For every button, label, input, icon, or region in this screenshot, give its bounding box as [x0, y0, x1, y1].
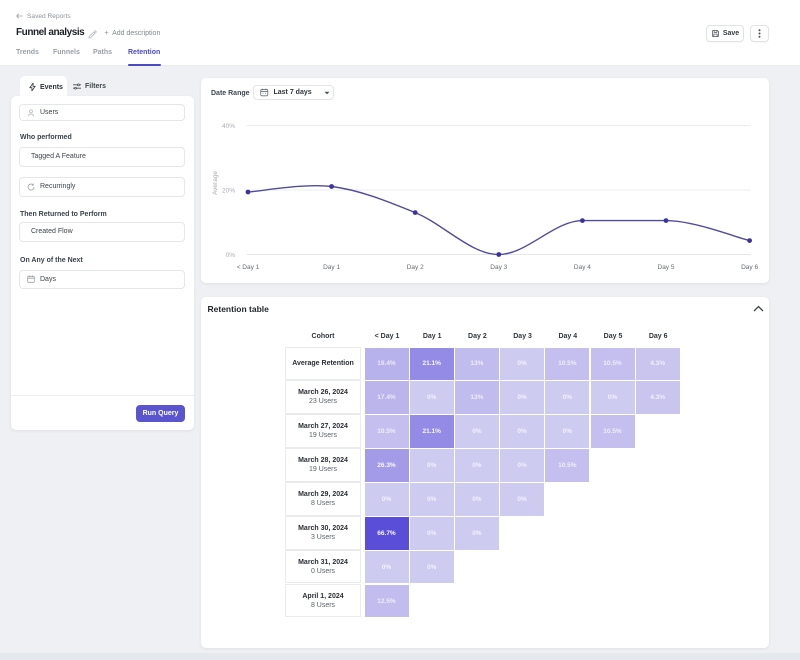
svg-text:< Day 1: < Day 1: [237, 264, 260, 271]
svg-text:0%: 0%: [226, 252, 236, 259]
svg-text:Day 5: Day 5: [658, 264, 675, 271]
svg-text:20%: 20%: [222, 188, 235, 195]
svg-text:Day 1: Day 1: [323, 264, 340, 271]
svg-text:Day 3: Day 3: [490, 264, 507, 271]
svg-text:Day 6: Day 6: [741, 264, 758, 271]
svg-text:Day 4: Day 4: [574, 264, 591, 271]
svg-text:40%: 40%: [222, 123, 235, 130]
svg-text:Day 2: Day 2: [407, 264, 424, 271]
svg-text:Average: Average: [212, 171, 219, 195]
